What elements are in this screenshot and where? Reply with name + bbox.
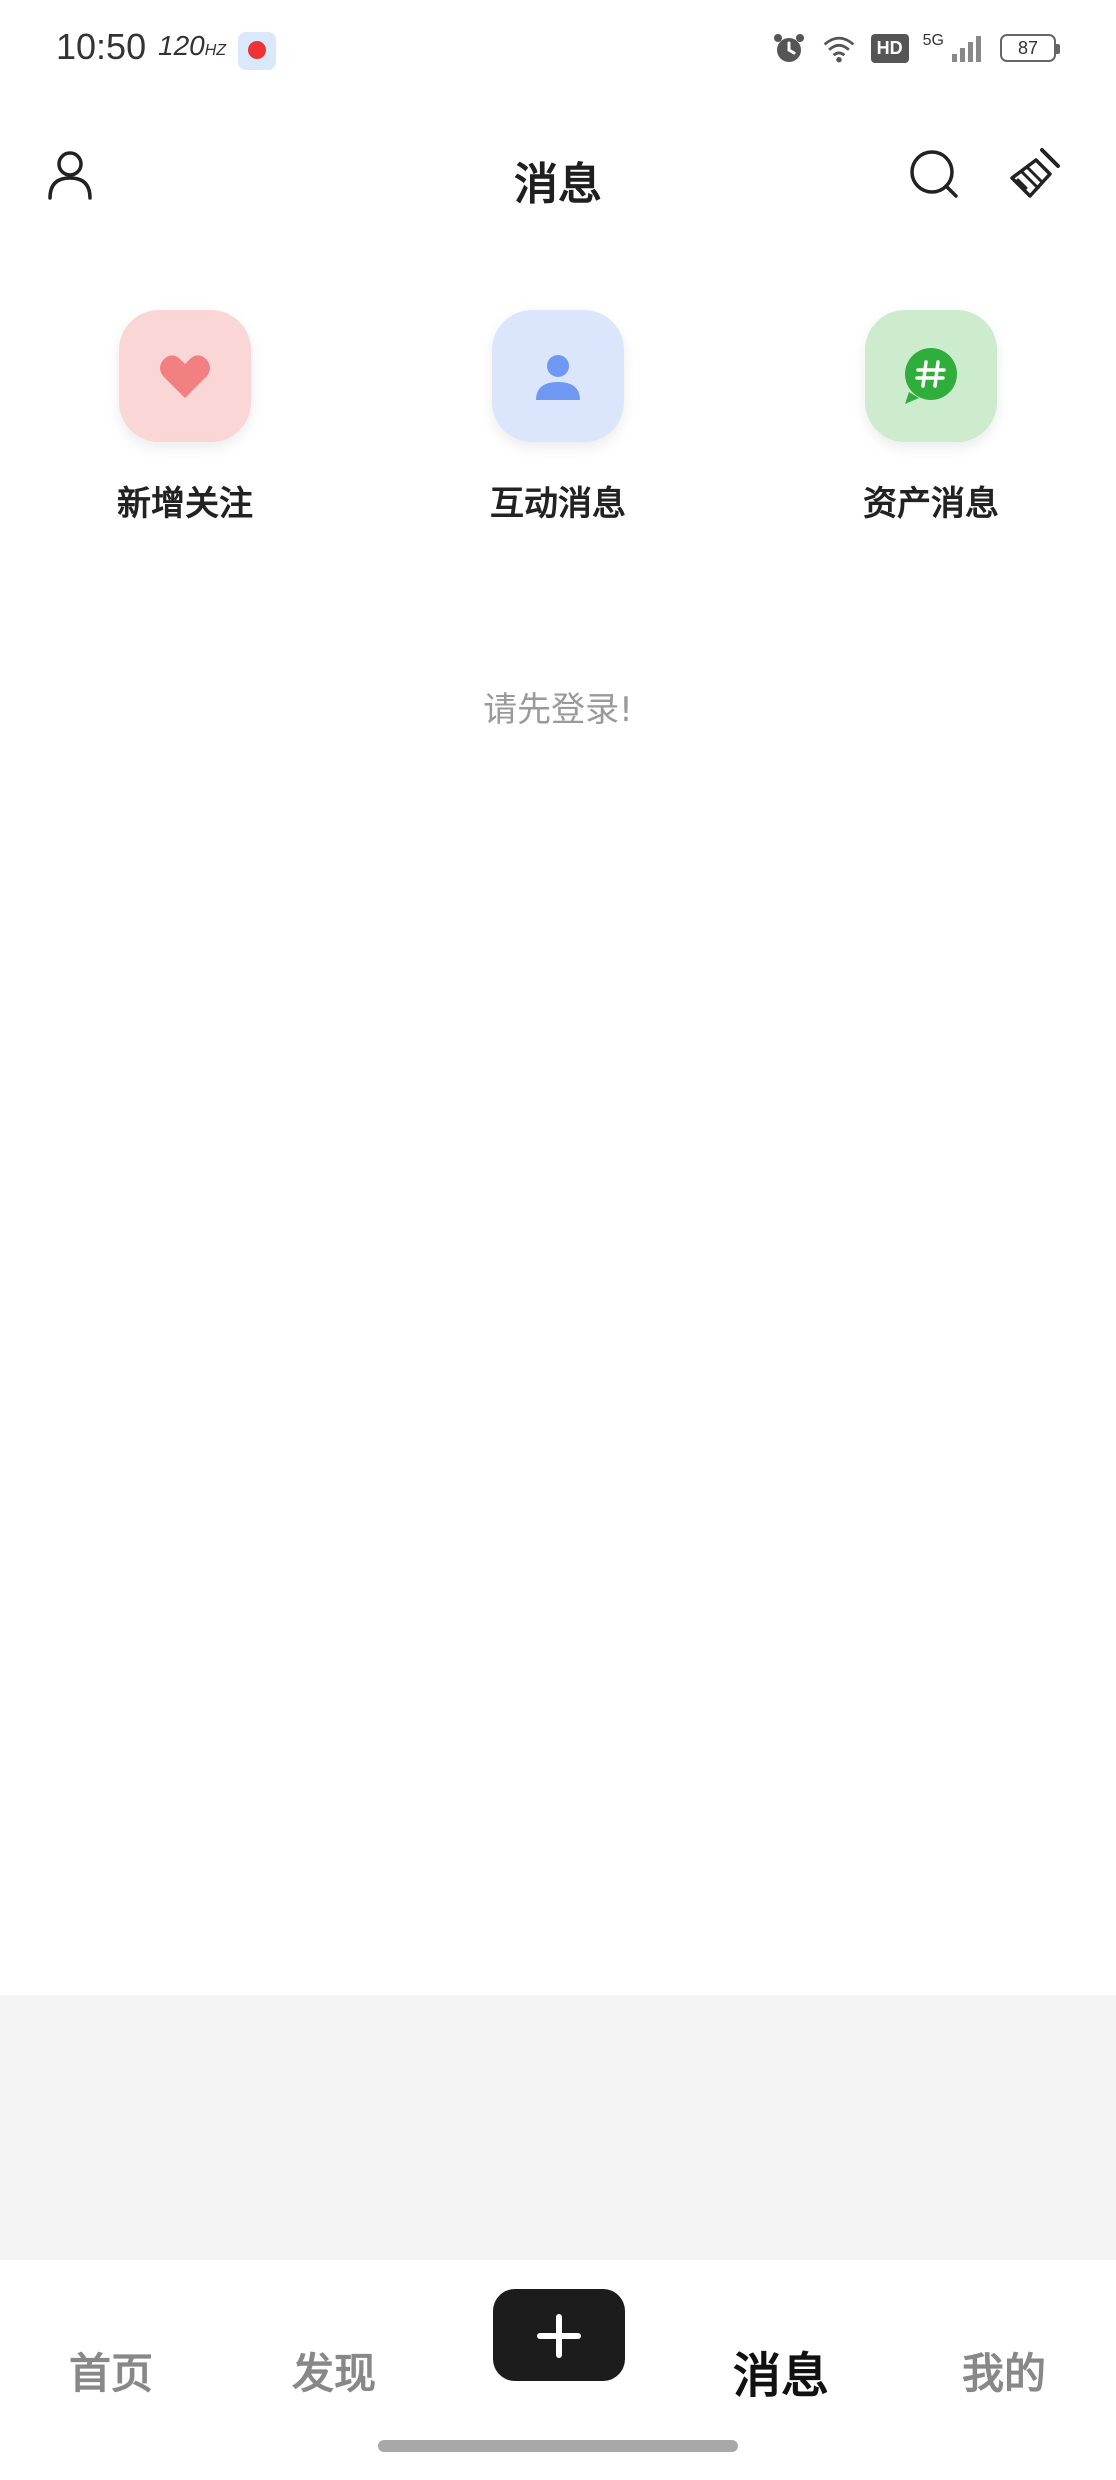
alarm-icon	[773, 34, 804, 62]
category-label: 新增关注	[117, 484, 253, 524]
plus-icon-vertical	[556, 2314, 562, 2358]
nav-me[interactable]: 我的	[924, 2340, 1084, 2401]
new-followers-tile	[119, 310, 251, 442]
refresh-rate-value: 120	[158, 30, 205, 61]
app-notification-icon	[238, 32, 276, 70]
content-footer-area	[0, 1995, 1116, 2260]
category-label: 资产消息	[863, 484, 999, 524]
wifi-icon	[823, 36, 854, 63]
network-type: 5G	[922, 32, 944, 49]
clean-brush-icon[interactable]	[1006, 144, 1066, 204]
login-prompt[interactable]: 请先登录!	[0, 682, 1116, 731]
category-label: 互动消息	[490, 484, 626, 524]
status-time: 10:50	[56, 26, 147, 67]
category-new-followers[interactable]: 新增关注	[75, 310, 295, 525]
nav-discover[interactable]: 发现	[254, 2340, 414, 2401]
hd-badge: HD	[870, 33, 909, 63]
category-assets[interactable]: 资产消息	[821, 310, 1041, 525]
home-indicator[interactable]	[378, 2440, 738, 2452]
search-icon[interactable]	[906, 146, 962, 202]
refresh-rate-indicator: 120HZ	[158, 30, 227, 61]
battery-indicator: 87	[1000, 34, 1060, 62]
heart-icon	[160, 355, 210, 398]
interactions-tile	[492, 310, 624, 442]
category-interactions[interactable]: 互动消息	[448, 310, 668, 525]
signal-icon	[952, 36, 981, 62]
nav-home[interactable]: 首页	[31, 2340, 191, 2401]
assets-tile	[865, 310, 997, 442]
add-button[interactable]	[493, 2289, 625, 2381]
nav-messages[interactable]: 消息	[701, 2336, 861, 2406]
status-icons: HD 5G 87	[771, 30, 1060, 66]
message-categories: 新增关注 互动消息 资产消息	[0, 310, 1116, 540]
hashtag-chat-icon	[905, 348, 957, 404]
top-bar: 消息	[0, 140, 1116, 210]
status-bar: 10:50 120HZ HD 5G 87	[0, 0, 1116, 100]
person-icon	[536, 355, 580, 400]
